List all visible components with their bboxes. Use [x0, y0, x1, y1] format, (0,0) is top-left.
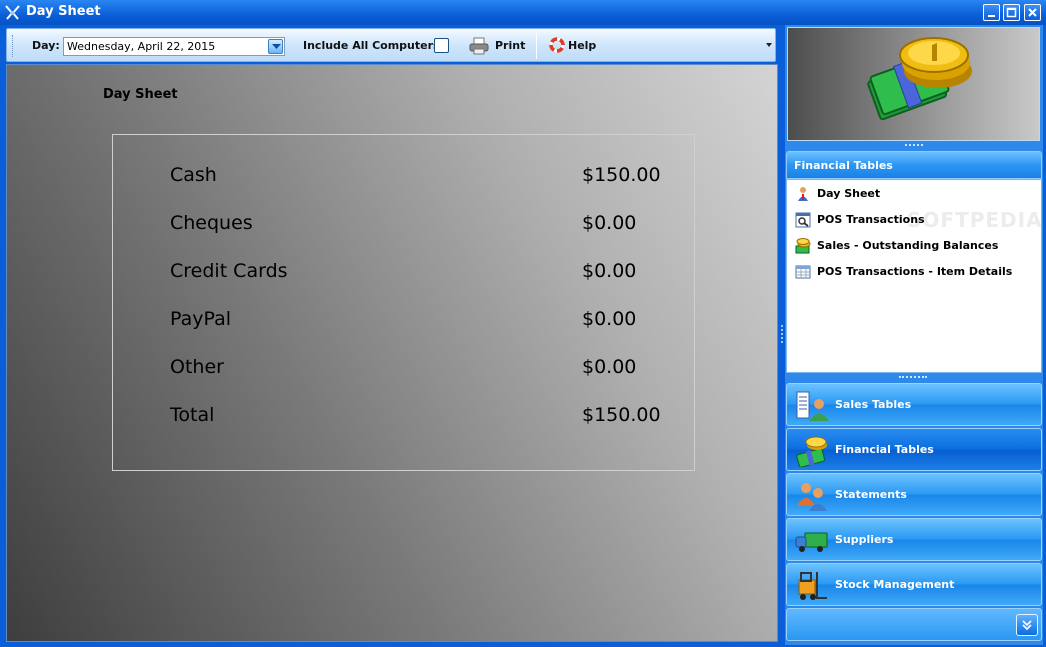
close-button[interactable] [1024, 4, 1041, 21]
summary-row: Credit Cards $0.00 [113, 260, 696, 290]
section-label: Sales Tables [835, 398, 912, 411]
nav-item-sales-outstanding-balances[interactable]: Sales - Outstanding Balances [795, 237, 1035, 255]
title-bar: Day Sheet [0, 0, 1046, 25]
section-stock-management[interactable]: Stock Management [786, 563, 1042, 606]
splitter-grip [781, 325, 783, 343]
summary-row-total: Total $150.00 [113, 404, 696, 434]
coins-icon [795, 238, 811, 254]
nav-item-label: POS Transactions - Item Details [817, 265, 1013, 278]
row-amount: $0.00 [582, 260, 637, 282]
nav-item-label: Day Sheet [817, 187, 881, 200]
row-label: Other [170, 356, 224, 378]
help-button[interactable]: Help [549, 35, 604, 57]
truck-icon [795, 525, 829, 557]
totals-summary-box: Cash $150.00 Cheques $0.00 Credit Cards … [112, 134, 695, 471]
date-dropdown-button[interactable] [268, 39, 283, 54]
row-label: Cash [170, 164, 217, 186]
panel-resize-grip[interactable] [899, 376, 927, 379]
summary-row: Other $0.00 [113, 356, 696, 386]
summary-row: PayPal $0.00 [113, 308, 696, 338]
report-list: SOFTPEDIA Day Sheet POS Transactions Sal… [786, 179, 1042, 373]
search-document-icon [795, 212, 811, 228]
section-statements[interactable]: Statements [786, 473, 1042, 516]
day-date-value: Wednesday, April 22, 2015 [67, 40, 216, 53]
day-date-picker[interactable]: Wednesday, April 22, 2015 [63, 37, 285, 56]
minimize-icon [988, 15, 995, 17]
printer-icon [469, 37, 489, 55]
nav-item-pos-transactions-item-details[interactable]: POS Transactions - Item Details [795, 263, 1035, 281]
section-label: Suppliers [835, 533, 894, 546]
section-sales-tables[interactable]: Sales Tables [786, 383, 1042, 426]
print-label: Print [495, 39, 526, 52]
nav-item-day-sheet[interactable]: Day Sheet [795, 185, 1035, 203]
row-amount: $150.00 [582, 404, 661, 426]
money-coins-icon [867, 37, 972, 121]
minimize-button[interactable] [983, 4, 1000, 21]
section-financial-tables[interactable]: Financial Tables [786, 428, 1042, 471]
panel-resize-grip[interactable] [905, 144, 923, 147]
summary-row: Cash $150.00 [113, 164, 696, 194]
nav-item-label: POS Transactions [817, 213, 925, 226]
navigation-pane: Financial Tables SOFTPEDIA Day Sheet POS… [785, 25, 1043, 645]
report-title: Day Sheet [103, 87, 178, 102]
row-label: Credit Cards [170, 260, 288, 282]
group-header: Financial Tables [786, 151, 1042, 179]
row-label: Cheques [170, 212, 253, 234]
section-label: Financial Tables [835, 443, 934, 456]
row-label: PayPal [170, 308, 232, 330]
chevron-down-icon [272, 44, 281, 49]
table-icon [795, 264, 811, 280]
chevron-down-icon [766, 43, 772, 47]
toolbar-overflow-button[interactable] [763, 29, 775, 61]
window-title: Day Sheet [26, 4, 101, 19]
app-icon[interactable] [4, 4, 21, 21]
section-banner [787, 27, 1040, 141]
row-label: Total [170, 404, 215, 426]
financial-tables-icon [795, 435, 829, 468]
lifebuoy-icon [549, 37, 569, 55]
configure-buttons-button[interactable] [1016, 614, 1038, 636]
day-sheet-report: Day Sheet Cash $150.00 Cheques $0.00 Cre… [6, 64, 778, 642]
sales-tables-icon [795, 390, 829, 422]
row-amount: $0.00 [582, 356, 637, 378]
include-all-computers-checkbox[interactable] [434, 38, 449, 53]
section-label: Stock Management [835, 578, 955, 591]
navigation-footer [786, 608, 1042, 641]
nav-item-pos-transactions[interactable]: POS Transactions [795, 211, 1035, 229]
row-amount: $0.00 [582, 308, 637, 330]
statements-icon [795, 480, 829, 512]
include-all-computers-label: Include All Computers [303, 39, 440, 52]
maximize-button[interactable] [1003, 4, 1020, 21]
double-chevron-down-icon [1022, 620, 1032, 631]
toolbar-separator [536, 33, 537, 59]
maximize-icon [1006, 7, 1017, 18]
section-suppliers[interactable]: Suppliers [786, 518, 1042, 561]
row-amount: $0.00 [582, 212, 637, 234]
close-icon [1028, 8, 1037, 17]
row-amount: $150.00 [582, 164, 661, 186]
print-button[interactable]: Print [469, 35, 529, 57]
nav-item-label: Sales - Outstanding Balances [817, 239, 999, 252]
day-label: Day: [32, 39, 60, 52]
toolbar-grip[interactable] [12, 35, 15, 57]
forklift-icon [795, 570, 829, 602]
group-header-title: Financial Tables [794, 159, 893, 172]
help-label: Help [568, 39, 597, 52]
person-icon [795, 186, 811, 202]
section-label: Statements [835, 488, 907, 501]
summary-row: Cheques $0.00 [113, 212, 696, 242]
toolbar: Day: Wednesday, April 22, 2015 Include A… [6, 28, 776, 62]
